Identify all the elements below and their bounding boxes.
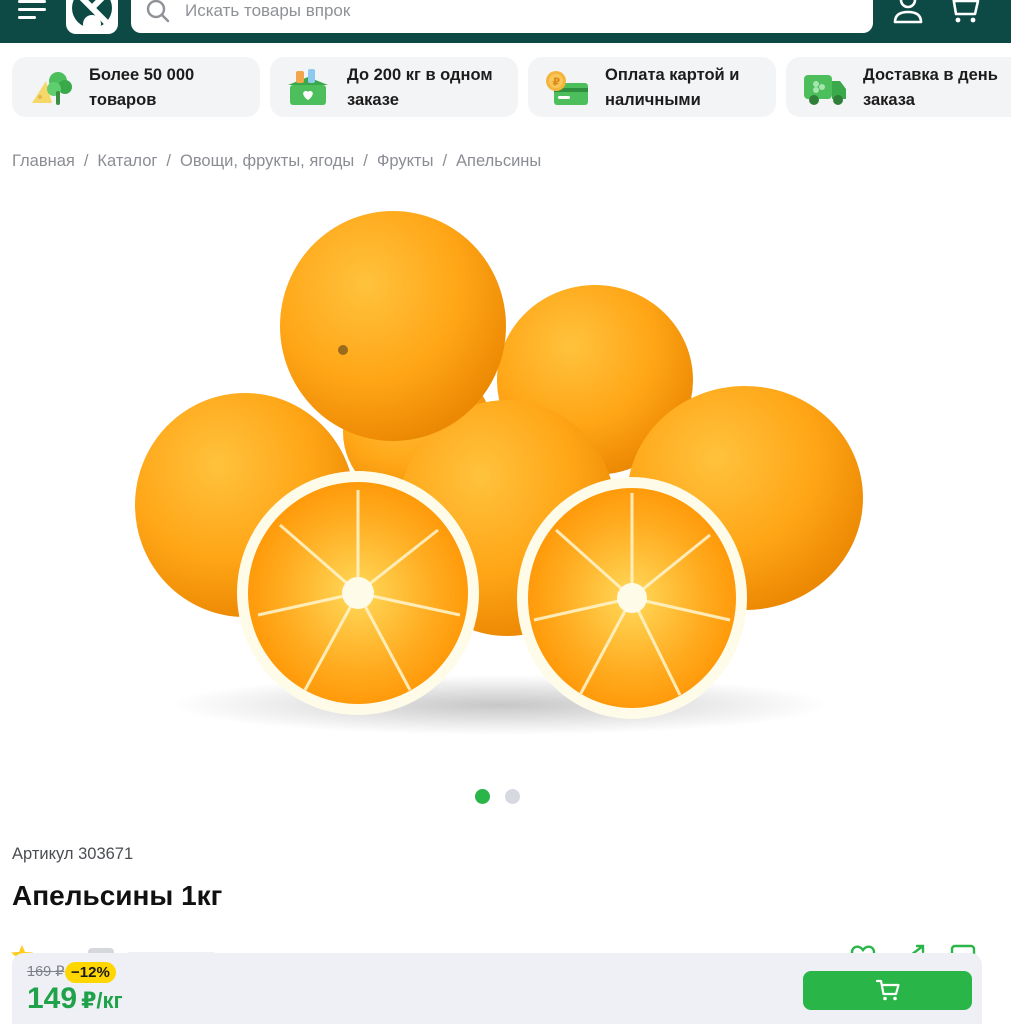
breadcrumb-separator: / [442,152,448,170]
feature-weight-text: До 200 кг в одном заказе [347,66,493,109]
price-value: 149 [27,982,78,1015]
breadcrumb-separator: / [83,152,89,170]
gallery-pagination [475,789,525,805]
card-coin-icon: ₽ [546,71,588,105]
breadcrumb-vegetables-fruits[interactable]: Овощи, фрукты, ягоды [180,152,354,170]
user-icon [893,0,923,24]
buy-bar: 169 ₽ −12% 149 ₽/кг [12,953,982,1024]
breadcrumb-oranges: Апельсины [456,152,542,170]
feature-assortment[interactable]: Более 50 000 товаров [12,57,260,117]
breadcrumb-home[interactable]: Главная [12,152,75,170]
menu-icon [18,0,46,19]
feature-assortment-text: Более 50 000 товаров [89,66,195,109]
breadcrumb-separator: / [363,152,368,170]
product-sku: Артикул 303671 [12,845,134,863]
delivery-truck-icon [804,75,846,105]
account-button[interactable] [890,0,926,24]
breadcrumb: Главная / Каталог / Овощи, фрукты, ягоды / Фру… [12,152,541,174]
old-price: 169 ₽ [27,964,65,980]
feature-delivery[interactable]: Доставка в день заказа [786,57,1011,117]
logo-icon [72,0,113,33]
gallery-dot-2[interactable] [505,789,520,804]
top-header [0,0,1011,43]
breadcrumb-catalog[interactable]: Каталог [97,152,157,170]
cart-button[interactable] [944,0,982,24]
product-title: Апельсины 1кг [12,880,223,911]
cart-icon [952,0,980,23]
feature-delivery-text: Доставка в день заказа [863,66,998,109]
add-to-cart-button[interactable] [803,971,972,1010]
price-unit: ₽/кг [81,988,123,1013]
feature-payment[interactable]: ₽ Оплата картой и наличными [528,57,776,117]
search-icon[interactable] [145,0,171,24]
feature-payment-text: Оплата картой и наличными [605,66,740,109]
product-image[interactable] [120,200,880,760]
cart-icon [875,979,900,1001]
search-bar [131,0,873,33]
svg-text:₽: ₽ [553,76,561,89]
gallery-dot-1[interactable] [475,789,490,804]
logo[interactable] [66,0,118,34]
current-price: 149 ₽/кг [27,982,123,1016]
breadcrumb-fruits[interactable]: Фрукты [377,152,434,170]
discount-badge: −12% [65,962,116,983]
weight-box-icon [288,69,328,105]
breadcrumb-separator: / [166,152,171,170]
feature-weight[interactable]: До 200 кг в одном заказе [270,57,518,117]
search-input[interactable] [185,0,845,24]
menu-button[interactable] [18,0,50,22]
groceries-icon [32,72,72,105]
